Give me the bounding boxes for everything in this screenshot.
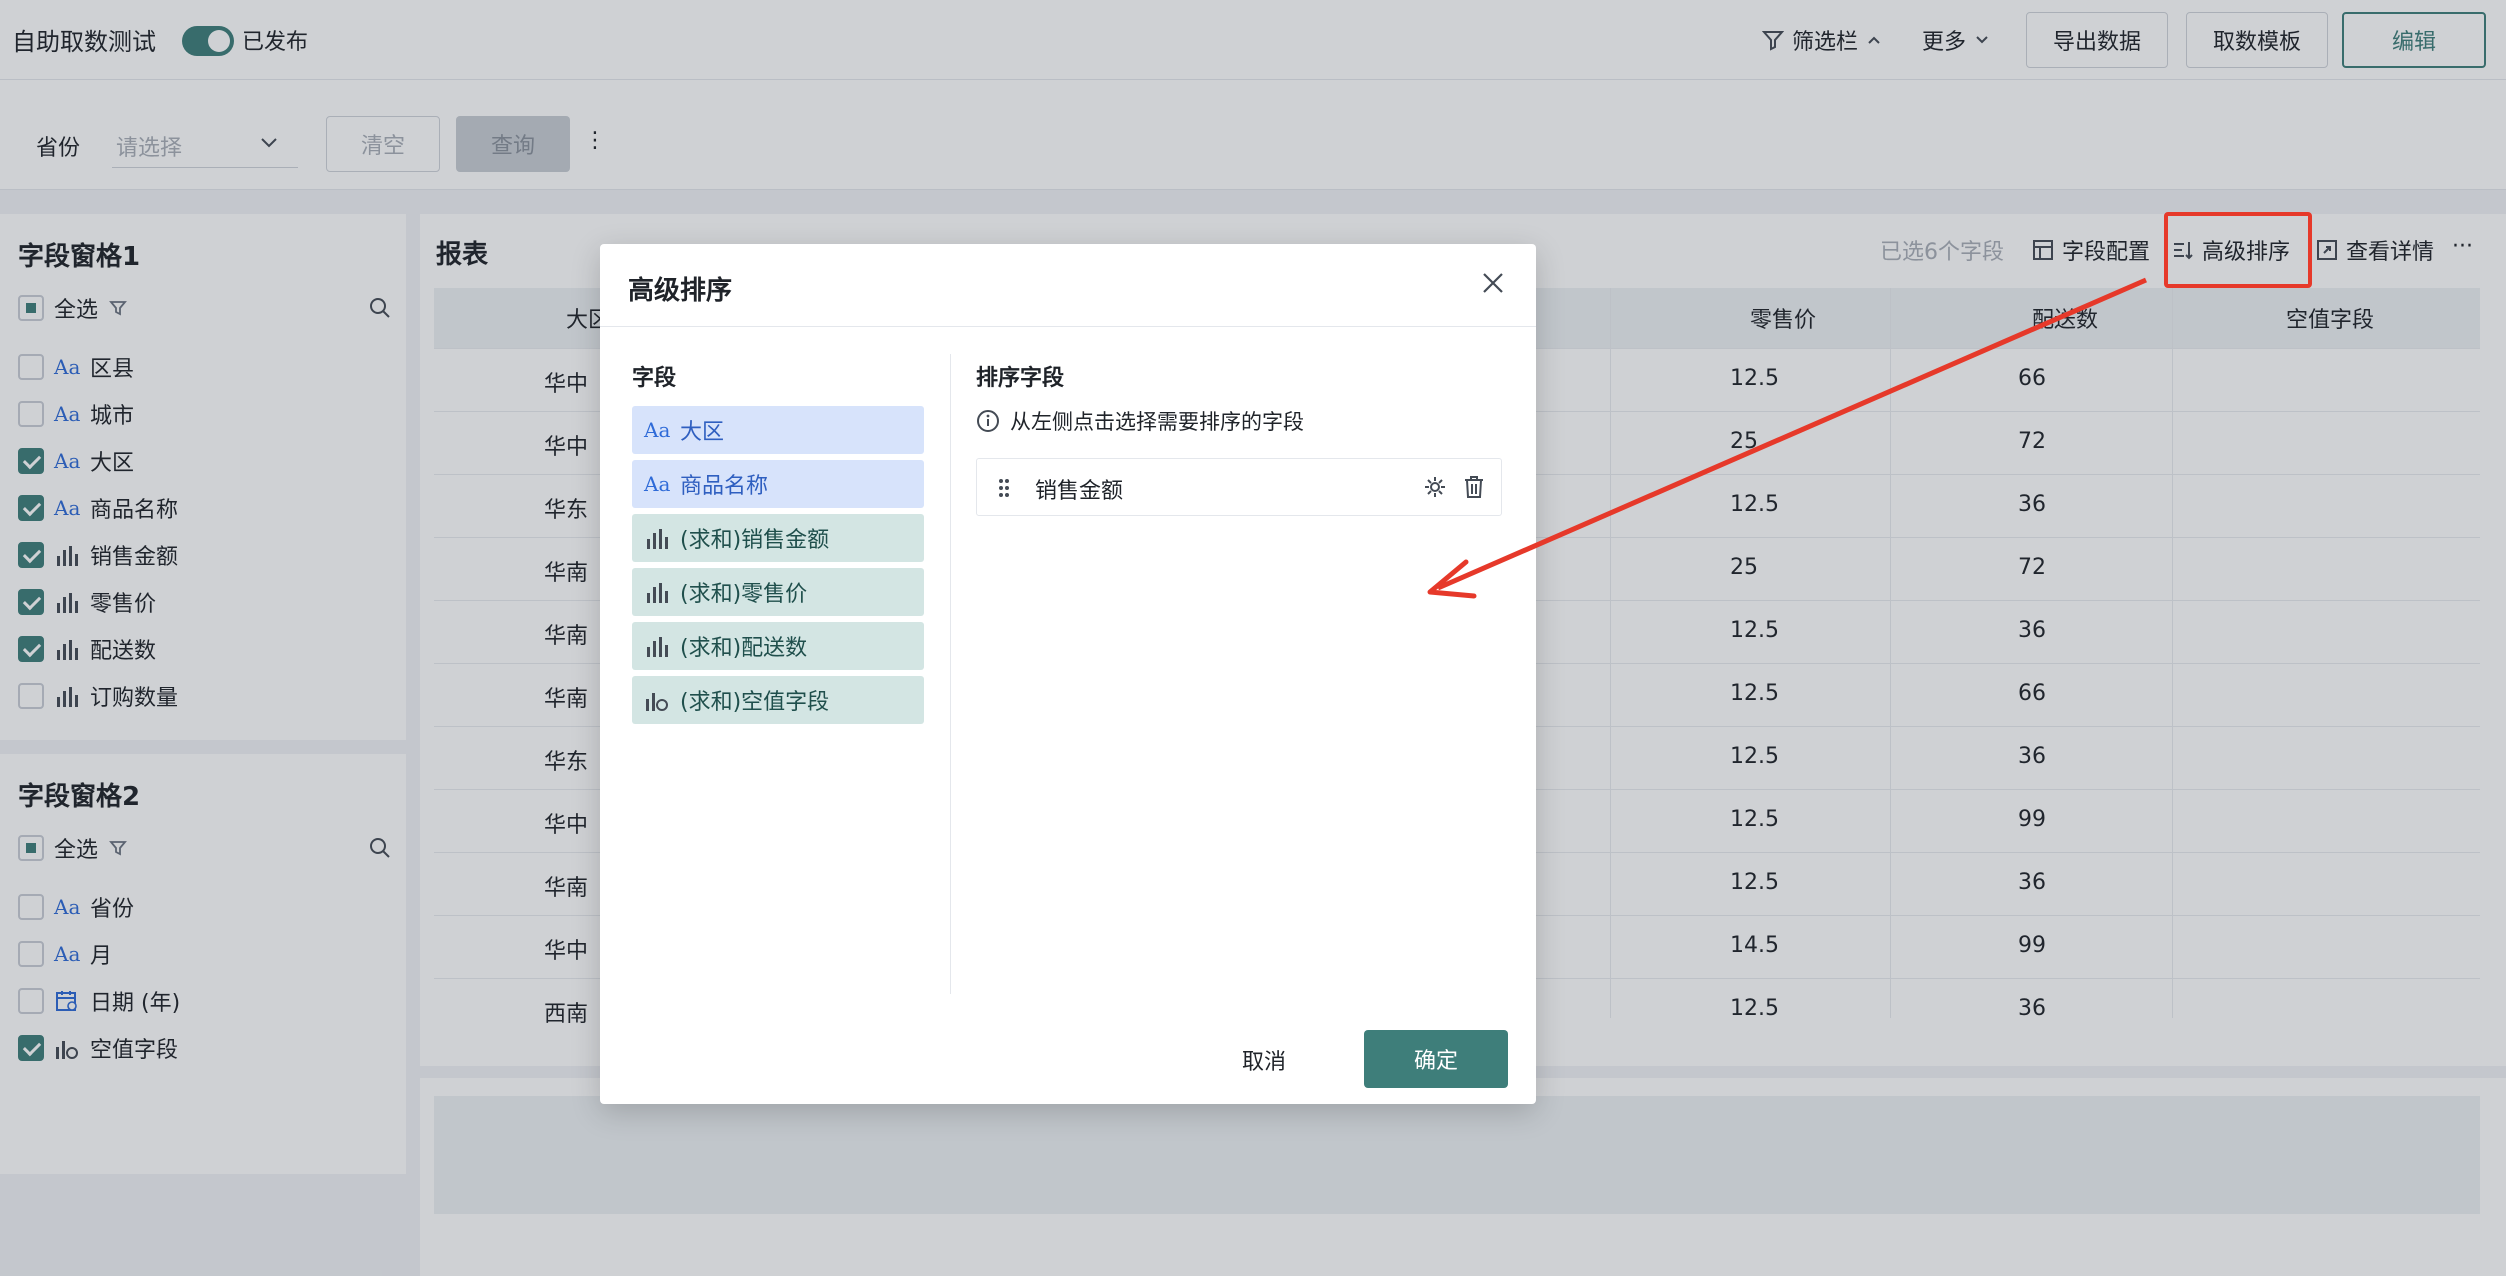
text-field-icon: Aa: [644, 418, 671, 442]
confirm-button[interactable]: 确定: [1364, 1030, 1508, 1088]
dialog-field-label: (求和)配送数: [680, 636, 808, 661]
dialog-field-label: (求和)销售金额: [680, 528, 830, 553]
trash-icon[interactable]: [1463, 475, 1485, 499]
column-divider: [950, 354, 951, 994]
dialog-divider: [600, 326, 1536, 327]
calc-field-icon: [646, 693, 668, 711]
dialog-field-item[interactable]: (求和)空值字段: [632, 676, 924, 724]
bar-chart-icon: [647, 529, 668, 549]
text-field-icon: Aa: [644, 472, 671, 496]
hint-text: 从左侧点击选择需要排序的字段: [1010, 410, 1304, 434]
bar-chart-icon: [647, 637, 668, 657]
advanced-sort-dialog: 高级排序 字段 Aa 大区 Aa 商品名称 (求和)销售金额 (求和)零售价 (求和)配送数…: [600, 244, 1536, 1104]
fields-section-title: 字段: [632, 366, 677, 391]
dialog-field-label: (求和)零售价: [680, 582, 808, 607]
dialog-field-item[interactable]: (求和)配送数: [632, 622, 924, 670]
gear-icon[interactable]: [1423, 475, 1447, 499]
dialog-field-item[interactable]: Aa 大区: [632, 406, 924, 454]
bar-chart-icon: [647, 583, 668, 603]
cancel-button[interactable]: 取消: [1242, 1044, 1286, 1076]
dialog-field-item[interactable]: Aa 商品名称: [632, 460, 924, 508]
dialog-field-item[interactable]: (求和)零售价: [632, 568, 924, 616]
annotation-highlight-box: [2164, 212, 2312, 288]
sort-hint: 从左侧点击选择需要排序的字段: [976, 406, 1304, 436]
sort-field-name: 销售金额: [1035, 479, 1124, 504]
sort-field-row[interactable]: 销售金额: [976, 458, 1502, 516]
close-icon[interactable]: [1480, 270, 1506, 296]
dialog-field-label: (求和)空值字段: [680, 690, 830, 715]
sort-section-title: 排序字段: [976, 366, 1065, 391]
drag-handle-icon[interactable]: [997, 476, 1011, 500]
dialog-field-label: 商品名称: [680, 474, 769, 499]
info-icon: [977, 410, 999, 432]
dialog-field-item[interactable]: (求和)销售金额: [632, 514, 924, 562]
dialog-field-label: 大区: [680, 420, 725, 445]
dialog-title: 高级排序: [628, 276, 733, 306]
